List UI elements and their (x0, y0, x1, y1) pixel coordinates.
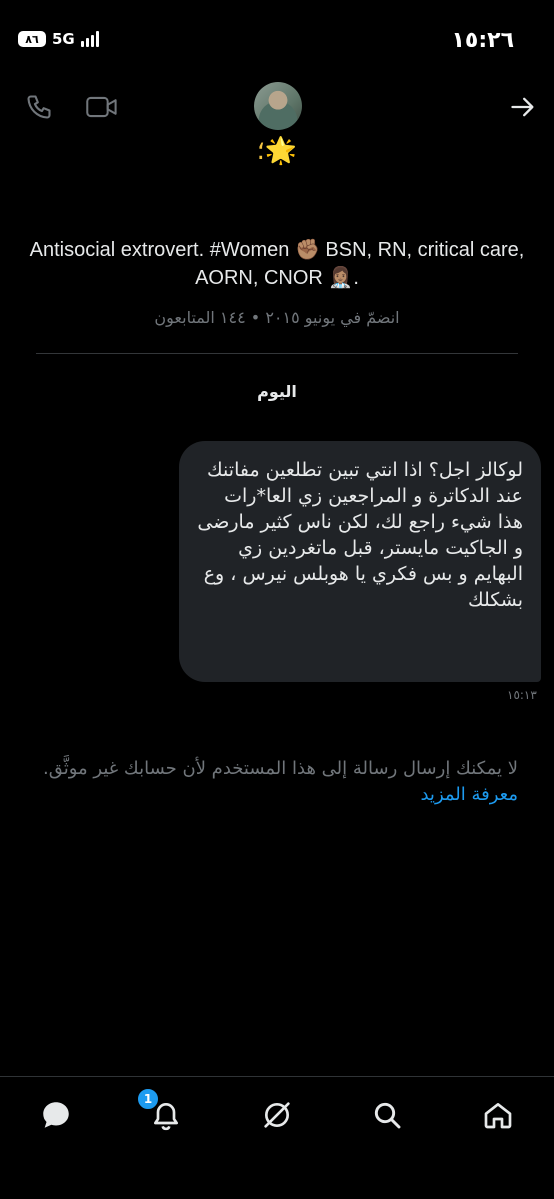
status-indicators: ٨٦ 5G (18, 30, 99, 48)
search-icon (374, 1102, 401, 1129)
nav-messages[interactable] (36, 1095, 76, 1135)
unverified-notice: لا يمكنك إرسال رسالة إلى هذا المستخدم لأ… (30, 756, 518, 808)
status-bar: ٨٦ 5G ١٥:٢٦ (0, 26, 554, 60)
call-button[interactable] (22, 90, 56, 124)
grok-icon (264, 1102, 290, 1128)
message-timestamp: ١٥:١٣ (507, 688, 537, 702)
messages-icon (43, 1102, 69, 1128)
display-name: 🌟؛ (256, 136, 298, 166)
video-call-button[interactable] (82, 90, 122, 124)
nav-grok[interactable] (257, 1095, 297, 1135)
phone-icon (27, 95, 51, 119)
nav-notifications[interactable]: 1 (136, 1087, 186, 1135)
profile-bio: Antisocial extrovert. #Women ✊🏽 BSN, RN,… (29, 239, 525, 289)
signal-icon (80, 31, 99, 47)
battery-level: ٨٦ (25, 32, 39, 46)
arrow-right-icon (511, 97, 534, 117)
message-bubble[interactable]: لوكالز اجل؟ اذا انتي تبين تطلعين مفاتنك … (179, 441, 541, 682)
learn-more-link[interactable]: معرفة المزيد (420, 784, 518, 805)
battery-icon: ٨٦ (18, 31, 46, 47)
profile-joined-followers: انضمّ في يونيو ٢٠١٥ • ١٤٤ المتابعون (154, 308, 400, 327)
dm-conversation-screen: ٨٦ 5G ١٥:٢٦ 🌟؛ Antisocial extrovert. #Wo… (0, 0, 554, 1199)
nav-search[interactable] (367, 1095, 407, 1135)
video-camera-icon (86, 96, 117, 118)
divider (36, 353, 518, 354)
day-separator: اليوم (257, 382, 297, 401)
avatar[interactable] (254, 82, 302, 130)
home-icon (484, 1103, 512, 1129)
nav-home[interactable] (478, 1095, 518, 1135)
bottom-navigation: 1 (0, 1076, 554, 1199)
back-button[interactable] (506, 90, 540, 124)
status-time: ١٥:٢٦ (451, 28, 514, 53)
network-type: 5G (52, 30, 75, 48)
notifications-badge: 1 (136, 1087, 160, 1111)
notice-text: لا يمكنك إرسال رسالة إلى هذا المستخدم لأ… (43, 758, 518, 779)
